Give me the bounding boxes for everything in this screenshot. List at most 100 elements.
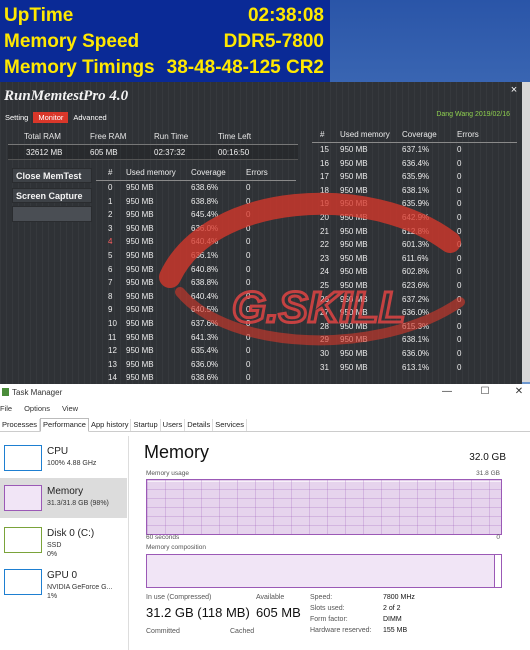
available-label: Available xyxy=(256,594,285,601)
minimize-icon[interactable]: — xyxy=(440,386,454,397)
thread-number: 8 xyxy=(108,291,113,301)
sidebar-item-label: Memory xyxy=(47,486,84,497)
table-row: 19 950 MB 635.9% 0 xyxy=(312,197,517,211)
sidebar-item-detail: SSD xyxy=(47,542,62,549)
used-memory: 950 MB xyxy=(340,185,368,195)
thread-number: 29 xyxy=(320,335,329,345)
table-row: 27 950 MB 636.0% 0 xyxy=(312,306,517,320)
errors: 0 xyxy=(457,308,462,318)
disk-thumbnail-graph xyxy=(4,527,42,553)
coverage: 642.9% xyxy=(402,212,430,222)
sidebar-item-detail: 0% xyxy=(47,551,58,558)
sidebar-item-label: CPU xyxy=(47,446,69,457)
table-row: 17 950 MB 635.9% 0 xyxy=(312,170,517,184)
tab-setting[interactable]: Setting xyxy=(0,112,33,123)
table-row: 18 950 MB 638.1% 0 xyxy=(312,184,517,198)
table-row: 21 950 MB 612.8% 0 xyxy=(312,225,517,239)
performance-sidebar: CPU 100% 4.88 GHz Memory 31.3/31.8 GB (9… xyxy=(0,436,129,650)
used-memory: 950 MB xyxy=(126,291,154,301)
task-manager-tabs: Processes Performance App history Startu… xyxy=(0,418,530,432)
used-memory: 950 MB xyxy=(340,321,368,331)
screen-capture-button[interactable]: Screen Capture xyxy=(12,188,92,203)
col-errors-header: Errors xyxy=(457,130,479,139)
col-errors-header: Errors xyxy=(246,168,268,177)
coverage: 615.3% xyxy=(402,321,430,331)
table-row: 1 950 MB 638.8% 0 xyxy=(96,195,296,209)
close-icon[interactable]: ✕ xyxy=(512,386,526,397)
memory-usage-max: 31.8 GB xyxy=(476,470,500,477)
sidebar-item-disk[interactable]: Disk 0 (C:) SSD 0% xyxy=(0,520,127,560)
used-memory: 950 MB xyxy=(126,373,154,383)
thread-number: 31 xyxy=(320,362,329,372)
coverage: 638.6% xyxy=(191,183,219,192)
coverage: 637.6% xyxy=(191,318,219,328)
thread-number: 23 xyxy=(320,253,329,263)
thread-number: 3 xyxy=(108,223,113,233)
tab-performance[interactable]: Performance xyxy=(40,418,89,432)
used-memory: 950 MB xyxy=(340,253,368,263)
coverage: 641.3% xyxy=(191,332,219,342)
used-memory: 950 MB xyxy=(340,172,368,182)
osd-value: 38-48-48-125 CR2 xyxy=(166,57,324,78)
thread-number: 14 xyxy=(108,373,117,383)
in-use-value: 31.2 GB (118 MB) xyxy=(146,605,250,620)
coverage: 611.6% xyxy=(402,253,429,263)
sidebar-item-memory[interactable]: Memory 31.3/31.8 GB (98%) xyxy=(0,478,127,518)
coverage: 637.1% xyxy=(402,145,430,154)
thread-number: 17 xyxy=(320,172,329,182)
used-memory: 950 MB xyxy=(340,158,368,168)
coverage: 636.4% xyxy=(402,158,430,168)
thread-number: 12 xyxy=(108,346,117,356)
errors: 0 xyxy=(457,226,462,236)
maximize-icon[interactable]: ☐ xyxy=(478,386,492,397)
thread-number: 10 xyxy=(108,318,117,328)
errors: 0 xyxy=(246,332,251,342)
time-left-value: 00:16:50 xyxy=(218,148,250,157)
tab-details[interactable]: Details xyxy=(185,419,214,431)
total-ram-header: Total RAM xyxy=(24,132,61,141)
coverage: 638.1% xyxy=(402,185,430,195)
tab-app-history[interactable]: App history xyxy=(89,419,132,431)
table-row: 28 950 MB 615.3% 0 xyxy=(312,320,517,334)
used-memory: 950 MB xyxy=(126,359,154,369)
table-row: 22 950 MB 601.3% 0 xyxy=(312,238,517,252)
tab-services[interactable]: Services xyxy=(213,419,247,431)
tab-monitor[interactable]: Monitor xyxy=(33,112,69,123)
tab-advanced[interactable]: Advanced xyxy=(68,112,111,123)
errors: 0 xyxy=(246,291,251,301)
used-memory: 950 MB xyxy=(340,348,368,358)
col-used-header: Used memory xyxy=(340,130,390,139)
errors: 0 xyxy=(246,318,251,328)
thread-number: 6 xyxy=(108,264,113,274)
memory-thumbnail-graph xyxy=(4,485,42,511)
tab-startup[interactable]: Startup xyxy=(131,419,161,431)
sidebar-item-cpu[interactable]: CPU 100% 4.88 GHz xyxy=(0,438,127,478)
tab-users[interactable]: Users xyxy=(161,419,186,431)
used-memory: 950 MB xyxy=(340,294,368,304)
used-memory: 950 MB xyxy=(126,332,154,342)
sidebar-item-label: Disk 0 (C:) xyxy=(47,528,95,539)
hardware-reserved-value: 155 MB xyxy=(383,627,408,634)
coverage: 635.9% xyxy=(402,199,430,209)
col-number-header: # xyxy=(320,130,325,139)
tab-processes[interactable]: Processes xyxy=(0,419,41,431)
osd-overlay: UpTime 02:38:08 Memory Speed DDR5-7800 M… xyxy=(0,0,330,82)
blank-button[interactable] xyxy=(12,206,92,222)
thread-number: 28 xyxy=(320,321,329,331)
used-memory: 950 MB xyxy=(340,335,368,345)
table-row: 4 950 MB 640.4% 0 xyxy=(96,235,296,249)
errors: 0 xyxy=(457,212,462,222)
menu-file[interactable]: File xyxy=(0,404,12,413)
table-row: 29 950 MB 638.1% 0 xyxy=(312,333,517,347)
menu-view[interactable]: View xyxy=(62,404,78,413)
menu-options[interactable]: Options xyxy=(24,404,50,413)
close-memtest-button[interactable]: Close MemTest xyxy=(12,168,92,183)
used-memory: 950 MB xyxy=(126,183,154,192)
task-manager-app-icon xyxy=(2,388,9,396)
time-left-header: Time Left xyxy=(218,132,252,141)
speed-label: Speed: xyxy=(310,594,333,601)
osd-uptime-row: UpTime 02:38:08 xyxy=(4,4,324,28)
sidebar-item-gpu[interactable]: GPU 0 NVIDIA GeForce G... 1% xyxy=(0,562,127,602)
close-icon[interactable]: × xyxy=(508,84,520,96)
committed-label: Committed xyxy=(146,628,180,635)
